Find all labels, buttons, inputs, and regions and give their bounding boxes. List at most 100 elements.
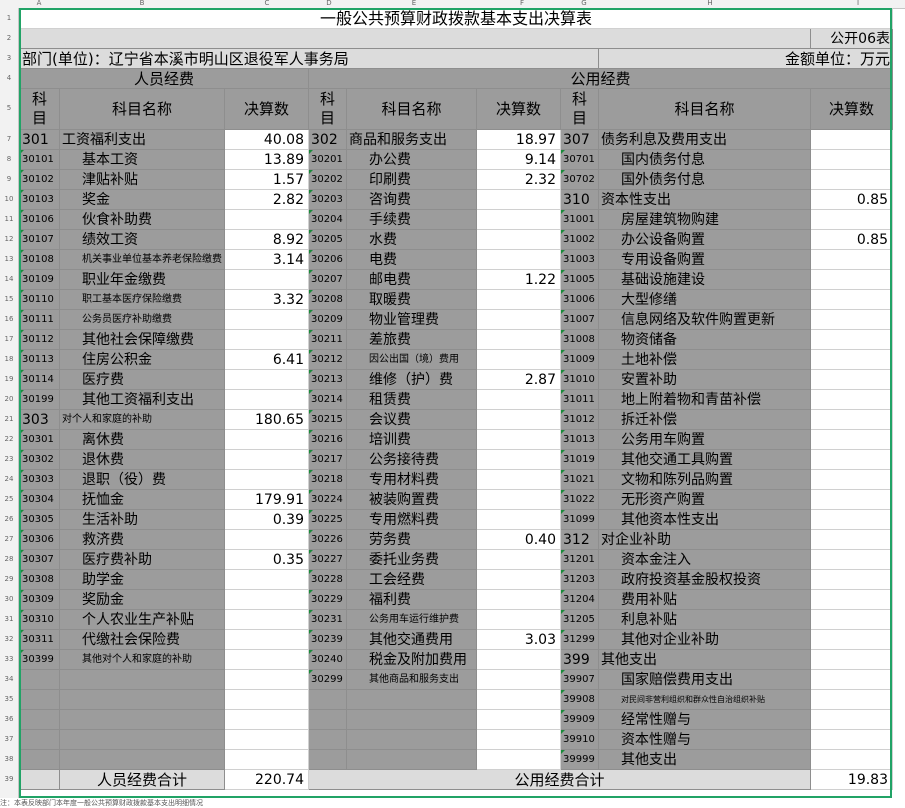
row-number[interactable]: 16 (0, 315, 18, 323)
amount-cell[interactable] (224, 369, 309, 390)
amount-cell[interactable] (224, 589, 309, 610)
subject-name[interactable]: 国家赔偿费用支出 (598, 669, 811, 690)
subject-code[interactable]: 30202 (308, 169, 347, 190)
subject-code[interactable]: 30301 (19, 429, 60, 450)
subject-code[interactable]: 31006 (560, 289, 599, 310)
subject-name[interactable] (59, 749, 225, 770)
amount-cell[interactable] (810, 389, 893, 410)
row-number[interactable]: 39 (0, 775, 18, 783)
column-letter[interactable]: E (349, 0, 479, 7)
subject-name[interactable]: 资本金注入 (598, 549, 811, 570)
subject-code[interactable]: 30224 (308, 489, 347, 510)
subject-name[interactable]: 对企业补助 (598, 529, 811, 550)
subject-code[interactable]: 30209 (308, 309, 347, 330)
subject-code[interactable]: 30204 (308, 209, 347, 230)
amount-cell[interactable]: 18.97 (476, 129, 561, 150)
subject-name[interactable]: 房屋建筑物购建 (598, 209, 811, 230)
column-letter[interactable]: A (19, 0, 59, 7)
subject-code[interactable]: 31001 (560, 209, 599, 230)
subject-name[interactable]: 委托业务费 (346, 549, 477, 570)
subject-name[interactable]: 抚恤金 (59, 489, 225, 510)
subject-name[interactable]: 物业管理费 (346, 309, 477, 330)
subject-name[interactable]: 机关事业单位基本养老保险缴费 (59, 249, 225, 270)
amount-cell[interactable] (810, 549, 893, 570)
subject-name[interactable] (59, 729, 225, 750)
row-number[interactable]: 4 (0, 74, 18, 82)
subject-code[interactable]: 30216 (308, 429, 347, 450)
subject-code[interactable]: 30108 (19, 249, 60, 270)
subject-code[interactable]: 31022 (560, 489, 599, 510)
amount-cell[interactable]: 2.82 (224, 189, 309, 210)
column-letter[interactable]: F (480, 0, 564, 7)
subject-name[interactable]: 拆迁补偿 (598, 409, 811, 430)
subject-name[interactable]: 安置补助 (598, 369, 811, 390)
row-number[interactable]: 23 (0, 455, 18, 463)
subject-name[interactable]: 商品和服务支出 (346, 129, 477, 150)
subject-code[interactable]: 30304 (19, 489, 60, 510)
subject-name[interactable]: 文物和陈列品购置 (598, 469, 811, 490)
amount-cell[interactable]: 2.32 (476, 169, 561, 190)
amount-cell[interactable]: 6.41 (224, 349, 309, 370)
row-number[interactable]: 15 (0, 295, 18, 303)
row-number[interactable]: 30 (0, 595, 18, 603)
amount-cell[interactable] (476, 669, 561, 690)
subject-code[interactable]: 30206 (308, 249, 347, 270)
subject-name[interactable]: 利息补贴 (598, 609, 811, 630)
amount-cell[interactable] (224, 689, 309, 710)
row-number[interactable]: 24 (0, 475, 18, 483)
amount-cell[interactable] (224, 309, 309, 330)
subject-name[interactable]: 土地补偿 (598, 349, 811, 370)
subject-code[interactable]: 30226 (308, 529, 347, 550)
subject-name[interactable]: 其他交通费用 (346, 629, 477, 650)
amount-cell[interactable] (810, 749, 893, 770)
amount-cell[interactable] (476, 649, 561, 670)
amount-cell[interactable] (810, 509, 893, 530)
subject-code[interactable]: 30103 (19, 189, 60, 210)
subject-code[interactable]: 30102 (19, 169, 60, 190)
subject-name[interactable]: 会议费 (346, 409, 477, 430)
subject-code[interactable]: 31021 (560, 469, 599, 490)
row-number[interactable]: 27 (0, 535, 18, 543)
row-number[interactable]: 37 (0, 735, 18, 743)
column-letter[interactable]: B (60, 0, 224, 7)
subject-code[interactable]: 39909 (560, 709, 599, 730)
subject-name[interactable]: 咨询费 (346, 189, 477, 210)
subject-code[interactable]: 30207 (308, 269, 347, 290)
subject-code[interactable]: 30106 (19, 209, 60, 230)
row-number[interactable]: 25 (0, 495, 18, 503)
column-letter[interactable]: D (310, 0, 348, 7)
subject-code[interactable]: 30208 (308, 289, 347, 310)
amount-cell[interactable]: 3.32 (224, 289, 309, 310)
subject-code[interactable]: 39910 (560, 729, 599, 750)
subject-name[interactable]: 因公出国（境）费用 (346, 349, 477, 370)
amount-cell[interactable] (476, 469, 561, 490)
amount-cell[interactable] (476, 569, 561, 590)
row-number[interactable]: 29 (0, 575, 18, 583)
subject-code[interactable]: 31201 (560, 549, 599, 570)
subject-code[interactable] (19, 669, 60, 690)
amount-cell[interactable] (810, 469, 893, 490)
subject-code[interactable] (19, 729, 60, 750)
subject-code[interactable]: 30225 (308, 509, 347, 530)
amount-cell[interactable] (476, 489, 561, 510)
subject-name[interactable]: 退职（役）费 (59, 469, 225, 490)
subject-code[interactable]: 31002 (560, 229, 599, 250)
subject-code[interactable]: 31005 (560, 269, 599, 290)
subject-code[interactable]: 399 (560, 649, 599, 670)
row-number[interactable]: 22 (0, 435, 18, 443)
amount-cell[interactable] (476, 249, 561, 270)
subject-code[interactable]: 31010 (560, 369, 599, 390)
subject-code[interactable]: 30217 (308, 449, 347, 470)
subject-code[interactable]: 30211 (308, 329, 347, 350)
amount-cell[interactable] (810, 269, 893, 290)
amount-cell[interactable] (224, 749, 309, 770)
subject-code[interactable]: 30399 (19, 649, 60, 670)
amount-cell[interactable]: 180.65 (224, 409, 309, 430)
amount-cell[interactable] (810, 449, 893, 470)
subject-code[interactable]: 30240 (308, 649, 347, 670)
subject-code[interactable]: 30701 (560, 149, 599, 170)
amount-cell[interactable] (224, 449, 309, 470)
amount-cell[interactable] (476, 309, 561, 330)
subject-name[interactable]: 地上附着物和青苗补偿 (598, 389, 811, 410)
subject-name[interactable]: 专用燃料费 (346, 509, 477, 530)
